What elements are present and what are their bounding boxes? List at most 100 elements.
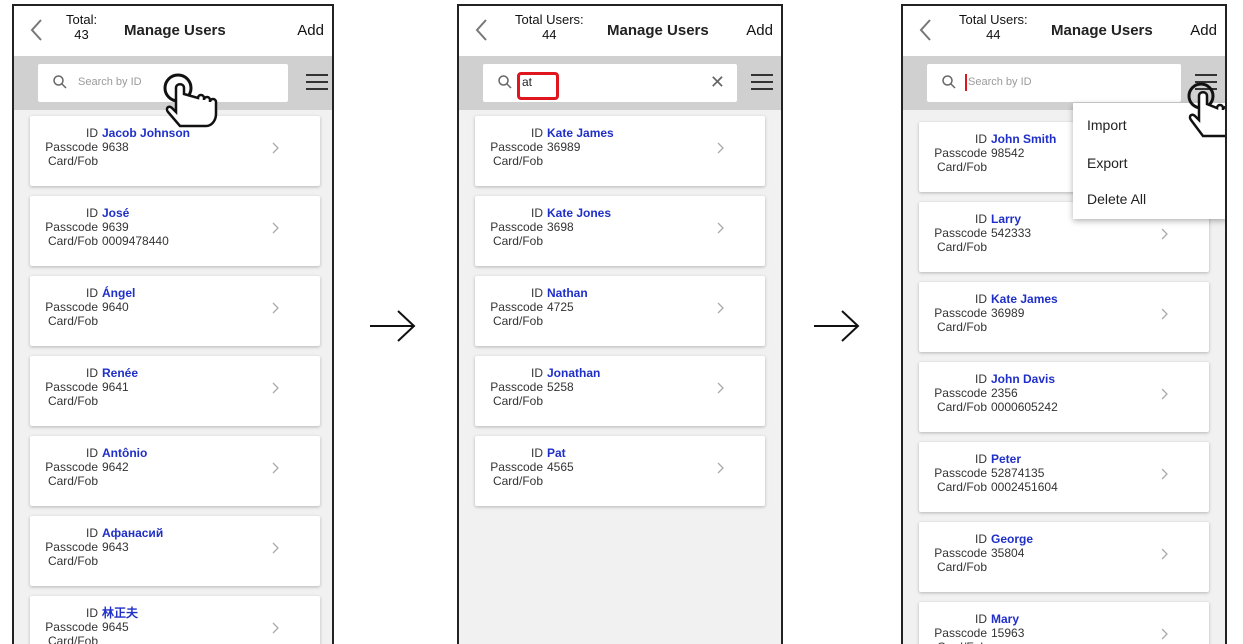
user-id: Larry	[991, 212, 1022, 226]
search-placeholder: Search by ID	[968, 76, 1032, 88]
card-value: 0000605242	[991, 400, 1058, 414]
passcode-label: Passcode	[45, 460, 98, 474]
total-label: Total Users:	[959, 12, 1028, 27]
card-row: Card/Fob	[40, 554, 102, 568]
card-row: Card/Fob	[485, 234, 547, 248]
user-card[interactable]: ID Kate James Passcode 36989 Card/Fob	[475, 116, 765, 186]
tap-hand-icon	[163, 73, 218, 128]
user-card[interactable]: ID José Passcode 9639 Card/Fob 0009478440	[30, 196, 320, 266]
user-card[interactable]: ID Ángel Passcode 9640 Card/Fob	[30, 276, 320, 346]
user-id: Афанасий	[102, 526, 164, 540]
card-row: Card/Fob	[929, 240, 991, 254]
id-row: ID Renée	[40, 366, 138, 380]
id-row: ID George	[929, 532, 1033, 546]
total-value: 44	[986, 27, 1001, 42]
passcode-label: Passcode	[490, 140, 543, 154]
card-label: Card/Fob	[492, 474, 543, 488]
hamburger-menu-icon[interactable]	[306, 74, 328, 92]
card-value: 0009478440	[102, 234, 169, 248]
id-label: ID	[975, 532, 987, 546]
menu-item-delete-all[interactable]: Delete All	[1087, 191, 1146, 207]
user-card[interactable]: ID Peter Passcode 52874135 Card/Fob 000245160…	[919, 442, 1209, 512]
clear-icon[interactable]: ✕	[710, 72, 725, 93]
chevron-left-icon[interactable]	[469, 15, 495, 45]
user-id: Kate James	[991, 292, 1058, 306]
card-label: Card/Fob	[492, 394, 543, 408]
screen-1: Total: 43 Manage Users Add Search by ID …	[12, 4, 334, 644]
id-row: ID Ángel	[40, 286, 135, 300]
arrow-right-icon	[370, 310, 416, 342]
passcode-label: Passcode	[45, 540, 98, 554]
chevron-right-icon	[272, 222, 279, 234]
arrow-right-icon	[814, 310, 860, 342]
id-label: ID	[975, 612, 987, 626]
user-card[interactable]: ID Kate Jones Passcode 3698 Card/Fob	[475, 196, 765, 266]
user-card[interactable]: ID Jonathan Passcode 5258 Card/Fob	[475, 356, 765, 426]
user-card[interactable]: ID Antônio Passcode 9642 Card/Fob	[30, 436, 320, 506]
id-label: ID	[975, 372, 987, 386]
passcode-value: 2356	[991, 386, 1018, 400]
menu-item-import[interactable]: Import	[1087, 117, 1127, 133]
id-label: ID	[531, 206, 543, 220]
text-cursor	[965, 74, 967, 91]
user-card[interactable]: ID Афанасий Passcode 9643 Card/Fob	[30, 516, 320, 586]
chevron-right-icon	[272, 302, 279, 314]
add-button[interactable]: Add	[297, 22, 324, 39]
chevron-left-icon[interactable]	[913, 15, 939, 45]
card-label: Card/Fob	[929, 640, 987, 644]
add-button[interactable]: Add	[746, 22, 773, 39]
card-row: Card/Fob	[485, 394, 547, 408]
screen-3: Total Users: 44 Manage Users Add Search …	[901, 4, 1227, 644]
user-card[interactable]: ID John Davis Passcode 2356 Card/Fob 00006052…	[919, 362, 1209, 432]
passcode-row: Passcode 542333	[929, 226, 1031, 240]
id-label: ID	[86, 526, 98, 540]
card-label: Card/Fob	[47, 474, 98, 488]
passcode-row: Passcode 2356	[929, 386, 1018, 400]
chevron-right-icon	[717, 302, 724, 314]
passcode-label: Passcode	[934, 226, 987, 240]
card-value: 0002451604	[991, 480, 1058, 494]
passcode-label: Passcode	[45, 620, 98, 634]
card-label: Card/Fob	[492, 154, 543, 168]
total-count: Total Users: 44	[959, 12, 1028, 42]
chevron-right-icon	[1161, 468, 1168, 480]
id-label: ID	[975, 452, 987, 466]
user-id: Nathan	[547, 286, 588, 300]
card-label: Card/Fob	[47, 314, 98, 328]
card-row: Card/Fob	[40, 634, 102, 644]
chevron-left-icon[interactable]	[24, 15, 50, 45]
card-label: Card/Fob	[936, 320, 987, 334]
user-card[interactable]: ID Kate James Passcode 36989 Card/Fob	[919, 282, 1209, 352]
page-title: Manage Users	[1051, 22, 1153, 39]
passcode-value: 15963	[991, 626, 1025, 640]
passcode-label: Passcode	[934, 306, 987, 320]
hamburger-menu-icon[interactable]	[751, 74, 773, 92]
search-input[interactable]: Search by ID	[927, 64, 1181, 102]
user-card[interactable]: ID Nathan Passcode 4725 Card/Fob	[475, 276, 765, 346]
user-card[interactable]: ID Mary Passcode 15963 Card/Fob	[919, 602, 1209, 644]
card-label: Card/Fob	[936, 480, 987, 494]
passcode-row: Passcode 9638	[40, 140, 128, 154]
user-card[interactable]: ID George Passcode 35804 Card/Fob	[919, 522, 1209, 592]
card-label: Card/Fob	[47, 394, 98, 408]
passcode-row: Passcode 3698	[485, 220, 573, 234]
id-row: ID 林正夫	[40, 606, 138, 620]
id-row: ID Pat	[485, 446, 566, 460]
chevron-right-icon	[272, 142, 279, 154]
passcode-label: Passcode	[45, 300, 98, 314]
id-row: ID Mary	[929, 612, 1019, 626]
user-id: John Smith	[991, 132, 1057, 146]
user-card[interactable]: ID Pat Passcode 4565 Card/Fob	[475, 436, 765, 506]
passcode-row: Passcode 98542	[929, 146, 1024, 160]
menu-item-export[interactable]: Export	[1087, 155, 1127, 171]
page-title: Manage Users	[124, 22, 226, 39]
passcode-value: 4725	[547, 300, 574, 314]
chevron-right-icon	[717, 462, 724, 474]
chevron-right-icon	[272, 382, 279, 394]
add-button[interactable]: Add	[1190, 22, 1217, 39]
card-row: Card/Fob 0009478440	[40, 234, 169, 248]
id-label: ID	[531, 446, 543, 460]
passcode-label: Passcode	[45, 380, 98, 394]
passcode-value: 9639	[102, 220, 129, 234]
user-card[interactable]: ID Renée Passcode 9641 Card/Fob	[30, 356, 320, 426]
